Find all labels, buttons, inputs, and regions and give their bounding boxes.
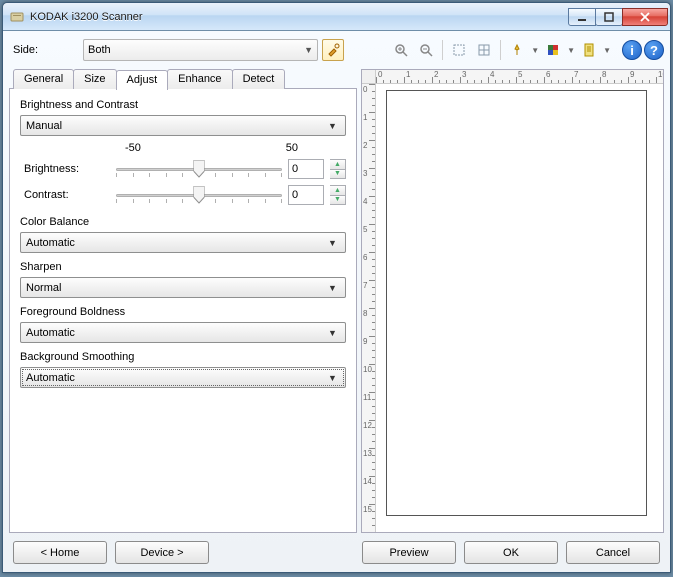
footer-buttons: < Home Device > Preview OK Cancel: [9, 533, 664, 566]
color-balance-combo[interactable]: Automatic ▼: [20, 232, 346, 253]
foreground-boldness-combo[interactable]: Automatic ▼: [20, 322, 346, 343]
chevron-down-icon[interactable]: ▼: [567, 46, 575, 55]
vertical-ruler: 0123456789101112131415: [362, 84, 376, 532]
window-title: KODAK i3200 Scanner: [30, 11, 569, 23]
grid-tool-icon[interactable]: [473, 39, 495, 61]
selection-tool-icon[interactable]: [448, 39, 470, 61]
zoom-in-button[interactable]: [390, 39, 412, 61]
horizontal-ruler: 012345678910: [376, 70, 663, 84]
contrast-slider[interactable]: [116, 184, 282, 206]
background-smoothing-label: Background Smoothing: [20, 351, 346, 363]
preview-page: [386, 90, 647, 516]
brightness-spinner[interactable]: ▲▼: [330, 159, 346, 179]
tools-button[interactable]: [322, 39, 344, 61]
spin-up-icon: ▲: [330, 160, 345, 169]
pin-icon[interactable]: [506, 39, 528, 61]
app-icon: [9, 9, 25, 25]
content-area: Side: Both ▼ ▼ ▼ ▼: [3, 31, 670, 572]
scale-max: 50: [286, 142, 298, 154]
chevron-down-icon[interactable]: ▼: [531, 46, 539, 55]
device-button[interactable]: Device >: [115, 541, 209, 564]
preview-pane[interactable]: 012345678910 0123456789101112131415: [361, 69, 664, 533]
brightness-contrast-label: Brightness and Contrast: [20, 99, 346, 111]
contrast-spinner[interactable]: ▲▼: [330, 185, 346, 205]
zoom-out-button[interactable]: [415, 39, 437, 61]
tab-size[interactable]: Size: [73, 69, 116, 89]
brightness-slider[interactable]: [116, 158, 282, 180]
adjust-panel: Brightness and Contrast Manual ▼ -50 50 …: [9, 88, 357, 533]
spin-down-icon: ▼: [330, 195, 345, 205]
info-icon[interactable]: i: [622, 40, 642, 60]
titlebar[interactable]: KODAK i3200 Scanner: [3, 3, 670, 31]
chevron-down-icon: ▼: [325, 121, 340, 131]
cancel-button[interactable]: Cancel: [566, 541, 660, 564]
document-icon[interactable]: [578, 39, 600, 61]
tab-adjust[interactable]: Adjust: [116, 70, 169, 90]
sharpen-combo[interactable]: Normal ▼: [20, 277, 346, 298]
background-smoothing-combo[interactable]: Automatic ▼: [20, 367, 346, 388]
chevron-down-icon: ▼: [325, 238, 340, 248]
minimize-button[interactable]: [568, 8, 596, 26]
color-balance-label: Color Balance: [20, 216, 346, 228]
brightness-value-input[interactable]: 0: [288, 159, 324, 179]
tab-enhance[interactable]: Enhance: [167, 69, 232, 89]
chevron-down-icon: ▼: [325, 328, 340, 338]
help-icon[interactable]: ?: [644, 40, 664, 60]
tab-detect[interactable]: Detect: [232, 69, 286, 89]
scale-min: -50: [125, 142, 141, 154]
side-value: Both: [88, 44, 111, 56]
home-button[interactable]: < Home: [13, 541, 107, 564]
scanner-dialog: KODAK i3200 Scanner Side: Both ▼: [2, 2, 671, 573]
ruler-corner: [362, 70, 376, 84]
foreground-boldness-label: Foreground Boldness: [20, 306, 346, 318]
contrast-value-input[interactable]: 0: [288, 185, 324, 205]
side-combo[interactable]: Both ▼: [83, 39, 318, 61]
chevron-down-icon[interactable]: ▼: [603, 46, 611, 55]
separator: [442, 40, 443, 60]
top-toolbar: Side: Both ▼ ▼ ▼ ▼: [9, 35, 664, 65]
contrast-label: Contrast:: [20, 189, 110, 201]
close-button[interactable]: [622, 8, 668, 26]
spin-down-icon: ▼: [330, 169, 345, 179]
separator: [500, 40, 501, 60]
maximize-button[interactable]: [595, 8, 623, 26]
side-label: Side:: [9, 44, 79, 56]
preview-button[interactable]: Preview: [362, 541, 456, 564]
brightness-contrast-mode-combo[interactable]: Manual ▼: [20, 115, 346, 136]
slider-thumb[interactable]: [194, 160, 205, 178]
slider-thumb[interactable]: [194, 186, 205, 204]
spin-up-icon: ▲: [330, 186, 345, 195]
tabstrip: General Size Adjust Enhance Detect: [13, 69, 357, 89]
settings-panel: General Size Adjust Enhance Detect Brigh…: [9, 69, 357, 533]
toolbar-icons: ▼ ▼ ▼ i ?: [390, 39, 664, 61]
chevron-down-icon: ▼: [325, 283, 340, 293]
chevron-down-icon: ▼: [325, 373, 340, 383]
window-buttons: [569, 8, 668, 26]
color-swatch-icon[interactable]: [542, 39, 564, 61]
brightness-label: Brightness:: [20, 163, 110, 175]
tab-general[interactable]: General: [13, 69, 74, 89]
ok-button[interactable]: OK: [464, 541, 558, 564]
sharpen-label: Sharpen: [20, 261, 346, 273]
chevron-down-icon: ▼: [304, 45, 313, 55]
